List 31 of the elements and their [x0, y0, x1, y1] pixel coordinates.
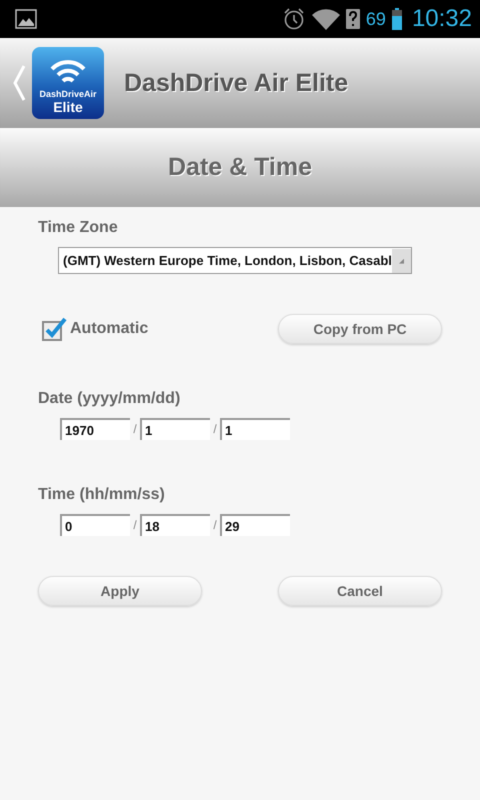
wifi-icon: [312, 8, 340, 30]
field-label: Time (hh/mm/ss): [38, 486, 165, 504]
separator: /: [132, 422, 138, 436]
app-title: DashDrive Air Elite: [124, 68, 348, 98]
field-label: Time Zone: [38, 219, 118, 237]
signal-unknown-icon: [346, 9, 360, 29]
checkbox[interactable]: [42, 317, 68, 341]
input-field[interactable]: 1: [220, 418, 290, 440]
time-zone-dropdown[interactable]: (GMT) Western Europe Time, London, Lisbon, Casabl: [58, 247, 412, 274]
cancel-button[interactable]: Cancel: [278, 576, 442, 606]
separator: /: [212, 422, 218, 436]
alarm-icon: [282, 7, 306, 31]
field-label: Date (yyyy/mm/dd): [38, 390, 180, 408]
input-field[interactable]: 0: [60, 514, 130, 536]
input-field[interactable]: 18: [140, 514, 210, 536]
logo-text: Elite: [53, 99, 83, 115]
back-icon[interactable]: [12, 64, 26, 102]
clock: 10:32: [412, 5, 472, 33]
picture-icon: [15, 9, 37, 29]
separator: /: [212, 518, 218, 532]
section-title: Date & Time: [168, 153, 312, 182]
battery-icon: [392, 8, 402, 30]
logo-text: DashDriveAir: [39, 89, 97, 99]
battery-level: 69: [366, 8, 386, 30]
copy-from-pc-button[interactable]: Copy from PC: [278, 314, 442, 344]
checkbox-label: Automatic: [70, 320, 148, 338]
input-field[interactable]: 1970: [60, 418, 130, 440]
input-field[interactable]: 29: [220, 514, 290, 536]
separator: /: [132, 518, 138, 532]
apply-button[interactable]: Apply: [38, 576, 202, 606]
input-field[interactable]: 1: [140, 418, 210, 440]
